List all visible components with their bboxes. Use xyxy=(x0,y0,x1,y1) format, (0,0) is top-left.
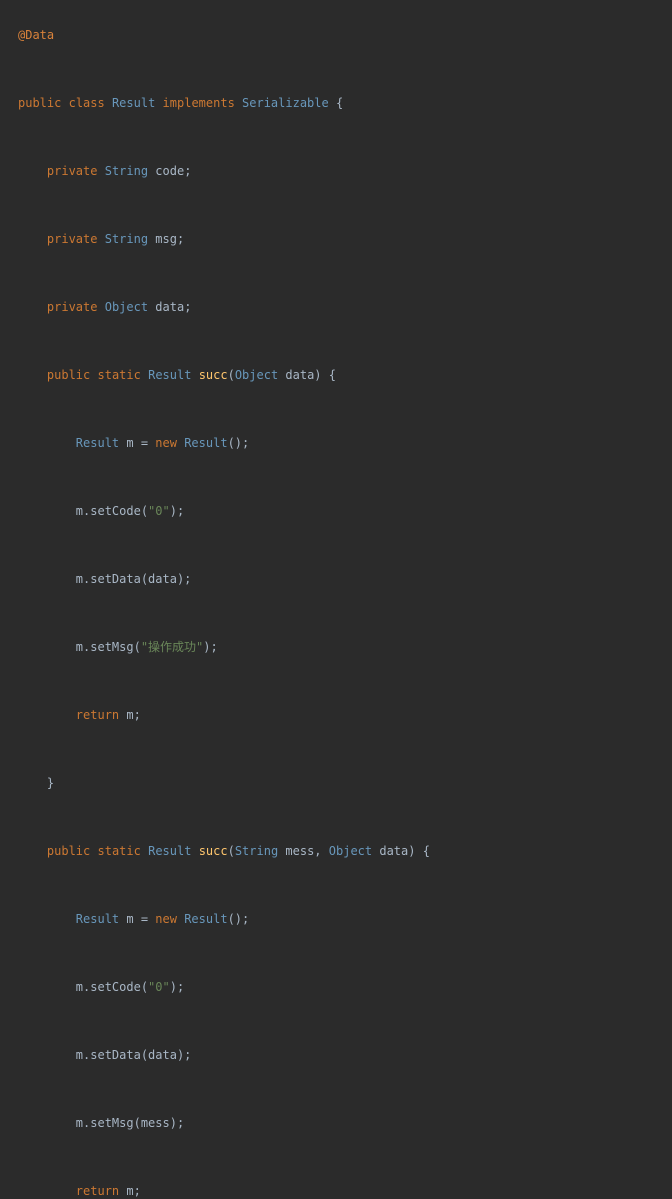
code-token: m.setData(data); xyxy=(18,572,191,586)
code-token: Result xyxy=(148,844,191,858)
code-token: succ xyxy=(199,844,228,858)
code-token: m = xyxy=(119,912,155,926)
code-token: m.setCode( xyxy=(18,980,148,994)
code-token xyxy=(18,232,47,246)
code-token: data) { xyxy=(278,368,336,382)
code-token xyxy=(18,708,76,722)
code-token xyxy=(18,164,47,178)
code-token: Result xyxy=(184,436,227,450)
code-token: public xyxy=(47,368,90,382)
code-token xyxy=(97,164,104,178)
code-token xyxy=(18,436,76,450)
code-token: String xyxy=(235,844,278,858)
code-token xyxy=(141,844,148,858)
code-token: Result xyxy=(76,436,119,450)
code-token: m; xyxy=(119,1184,141,1198)
code-token: (); xyxy=(228,912,250,926)
code-token: implements xyxy=(163,96,235,110)
code-token: m.setMsg( xyxy=(18,640,141,654)
code-token: "操作成功" xyxy=(141,640,203,654)
code-token: public xyxy=(18,96,61,110)
code-token xyxy=(97,300,104,314)
code-token xyxy=(141,368,148,382)
code-token: "0" xyxy=(148,980,170,994)
code-token: ); xyxy=(170,980,184,994)
code-token: return xyxy=(76,708,119,722)
code-token: Object xyxy=(329,844,372,858)
code-token: { xyxy=(329,96,343,110)
code-token xyxy=(18,844,47,858)
code-token xyxy=(105,96,112,110)
code-token: new xyxy=(155,436,177,450)
code-token xyxy=(90,844,97,858)
code-token: static xyxy=(98,844,141,858)
code-token: new xyxy=(155,912,177,926)
code-token: ); xyxy=(203,640,217,654)
code-token: } xyxy=(18,776,54,790)
code-token xyxy=(18,300,47,314)
code-token: String xyxy=(105,232,148,246)
code-token xyxy=(90,368,97,382)
code-editor: @Data public class Result implements Ser… xyxy=(0,0,672,1199)
code-token: msg; xyxy=(148,232,184,246)
code-token: "0" xyxy=(148,504,170,518)
code-token: Object xyxy=(105,300,148,314)
code-token xyxy=(18,368,47,382)
code-token: ); xyxy=(170,504,184,518)
code-token: Serializable xyxy=(242,96,329,110)
code-token: code; xyxy=(148,164,191,178)
code-token: (); xyxy=(228,436,250,450)
code-token xyxy=(155,96,162,110)
code-token xyxy=(97,232,104,246)
code-token: class xyxy=(69,96,105,110)
code-token: String xyxy=(105,164,148,178)
code-token: Result xyxy=(112,96,155,110)
code-token: m.setData(data); xyxy=(18,1048,191,1062)
code-token: @Data xyxy=(18,28,54,42)
code-token: m.setCode( xyxy=(18,504,148,518)
code-token: m.setMsg(mess); xyxy=(18,1116,184,1130)
code-token: ( xyxy=(228,368,235,382)
code-token: Result xyxy=(76,912,119,926)
code-token: m = xyxy=(119,436,155,450)
code-token: Result xyxy=(148,368,191,382)
code-token xyxy=(235,96,242,110)
code-token: private xyxy=(47,232,98,246)
code-token: mess, xyxy=(278,844,329,858)
code-token: return xyxy=(76,1184,119,1198)
code-token: Object xyxy=(235,368,278,382)
code-token: private xyxy=(47,300,98,314)
code-token xyxy=(191,844,198,858)
code-token: m; xyxy=(119,708,141,722)
code-token: data) { xyxy=(372,844,430,858)
code-token: public xyxy=(47,844,90,858)
code-token xyxy=(18,1184,76,1198)
code-token: Result xyxy=(184,912,227,926)
code-token: static xyxy=(98,368,141,382)
code-token: succ xyxy=(199,368,228,382)
code-token xyxy=(191,368,198,382)
code-token: data; xyxy=(148,300,191,314)
code-token: ( xyxy=(228,844,235,858)
code-token xyxy=(61,96,68,110)
code-token xyxy=(18,912,76,926)
code-token: private xyxy=(47,164,98,178)
